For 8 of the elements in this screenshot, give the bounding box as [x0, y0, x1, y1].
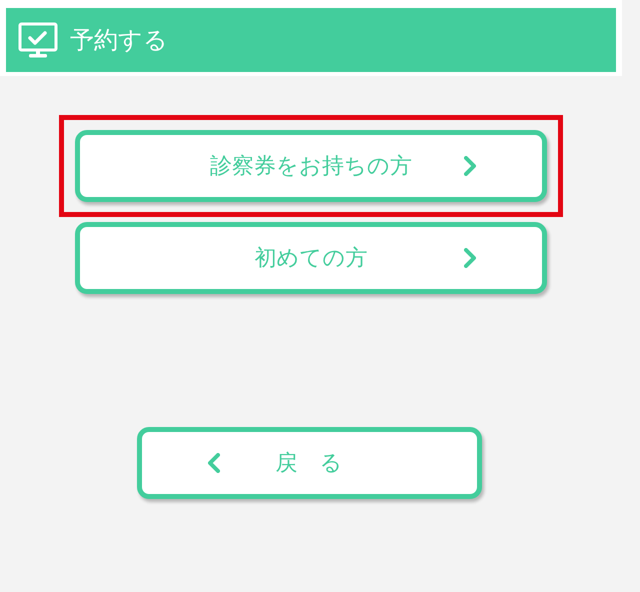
- option-button[interactable]: 診察券をお持ちの方: [75, 130, 547, 202]
- chevron-right-icon: [464, 248, 476, 268]
- chevron-right-icon: [464, 156, 476, 176]
- chevron-left-icon: [208, 453, 220, 473]
- header-title: 予約する: [70, 25, 168, 56]
- back-button[interactable]: 戻 る: [136, 427, 482, 499]
- option-button[interactable]: 初めての方: [75, 222, 547, 294]
- monitor-check-icon: [18, 22, 58, 58]
